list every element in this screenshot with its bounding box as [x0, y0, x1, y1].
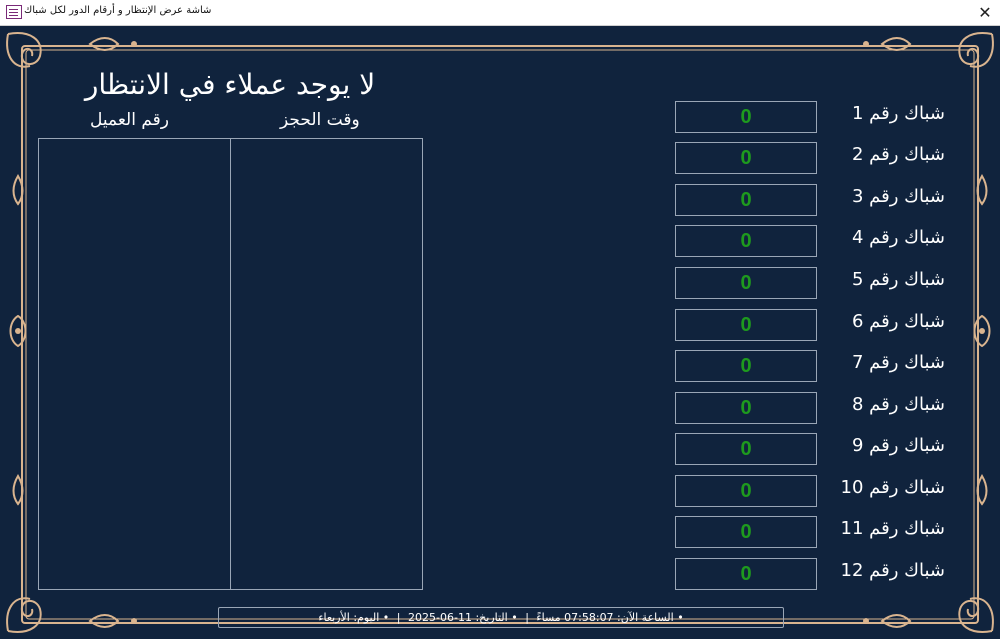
booking-time-column-header: وقت الحجز	[280, 110, 360, 130]
window-10-current-number: 0	[675, 475, 817, 507]
title-bar: شاشة عرض الإنتظار و أرقام الدور لكل شباك…	[0, 0, 1000, 26]
form-icon	[6, 5, 22, 19]
window-4-label: شباك رقم 4	[851, 227, 945, 248]
window-title: شاشة عرض الإنتظار و أرقام الدور لكل شباك	[24, 5, 212, 16]
window-8-label: شباك رقم 8	[851, 394, 945, 415]
window-row-6: 0 شباك رقم 6	[675, 309, 965, 343]
column-divider	[230, 139, 231, 589]
window-8-current-number: 0	[675, 392, 817, 424]
window-row-8: 0 شباك رقم 8	[675, 392, 965, 426]
close-icon: ✕	[978, 3, 992, 22]
current-day-text: • اليوم: الأربعاء	[318, 611, 390, 624]
window-1-current-number: 0	[675, 101, 817, 133]
window-7-current-number: 0	[675, 350, 817, 382]
window-5-current-number: 0	[675, 267, 817, 299]
window-6-current-number: 0	[675, 309, 817, 341]
close-button[interactable]: ✕	[970, 0, 1000, 25]
window-11-current-number: 0	[675, 516, 817, 548]
window-row-9: 0 شباك رقم 9	[675, 433, 965, 467]
window-11-label: شباك رقم 11	[840, 518, 945, 539]
window-row-3: 0 شباك رقم 3	[675, 184, 965, 218]
window-6-label: شباك رقم 6	[851, 311, 945, 332]
window-1-label: شباك رقم 1	[851, 103, 945, 124]
window-4-current-number: 0	[675, 225, 817, 257]
window-2-current-number: 0	[675, 142, 817, 174]
window-row-5: 0 شباك رقم 5	[675, 267, 965, 301]
window-3-label: شباك رقم 3	[851, 186, 945, 207]
window-row-12: 0 شباك رقم 12	[675, 558, 965, 592]
window-3-current-number: 0	[675, 184, 817, 216]
display-area: لا يوجد عملاء في الانتظار وقت الحجز رقم …	[0, 26, 1000, 639]
window-9-current-number: 0	[675, 433, 817, 465]
waiting-list-table	[38, 138, 423, 590]
window-row-10: 0 شباك رقم 10	[675, 475, 965, 509]
window-row-11: 0 شباك رقم 11	[675, 516, 965, 550]
current-time-text: • الساعة الآن: 07:58:07 مساءً	[536, 611, 684, 624]
window-5-label: شباك رقم 5	[851, 269, 945, 290]
customer-number-column-header: رقم العميل	[90, 110, 169, 130]
window-row-4: 0 شباك رقم 4	[675, 225, 965, 259]
window-12-current-number: 0	[675, 558, 817, 590]
status-separator: |	[396, 611, 401, 624]
window-10-label: شباك رقم 10	[840, 477, 945, 498]
window-row-1: 0 شباك رقم 1	[675, 101, 965, 135]
window-row-7: 0 شباك رقم 7	[675, 350, 965, 384]
no-customers-waiting-heading: لا يوجد عملاء في الانتظار	[84, 68, 376, 101]
status-bar: • الساعة الآن: 07:58:07 مساءً | • التاري…	[218, 607, 784, 628]
window-2-label: شباك رقم 2	[851, 144, 945, 165]
status-separator: |	[525, 611, 529, 624]
window-12-label: شباك رقم 12	[840, 560, 945, 581]
window-row-2: 0 شباك رقم 2	[675, 142, 965, 176]
current-date-text: • التاريخ: 11-06-2025	[407, 611, 518, 624]
window-9-label: شباك رقم 9	[851, 435, 945, 456]
window-7-label: شباك رقم 7	[851, 352, 945, 373]
